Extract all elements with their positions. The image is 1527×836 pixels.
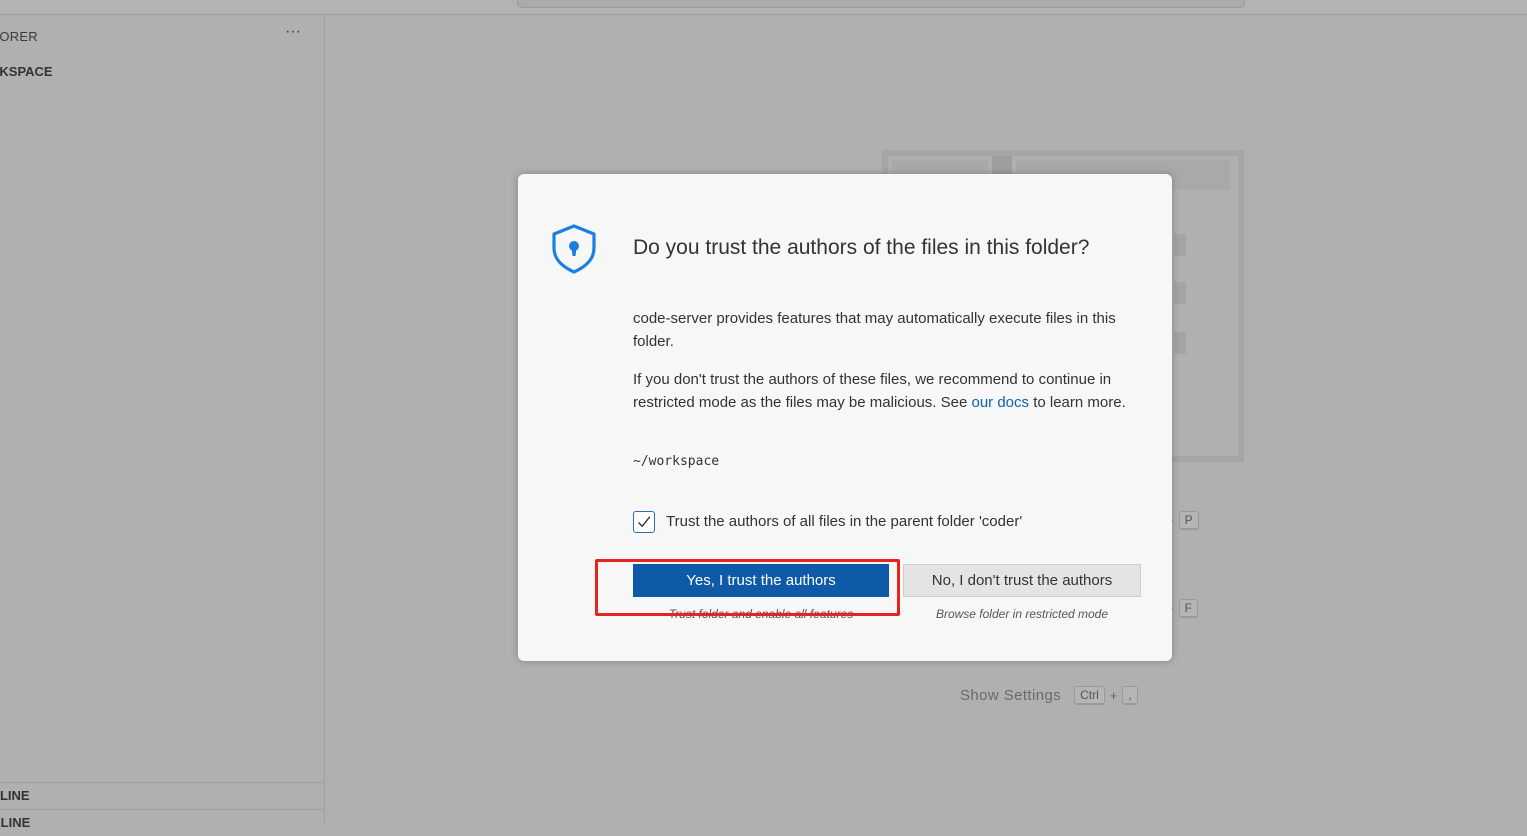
- trust-yes-button[interactable]: Yes, I trust the authors: [633, 564, 889, 597]
- explorer-title: LORER: [0, 29, 38, 44]
- checkmark-icon: [638, 516, 651, 528]
- title-bar: [0, 0, 1527, 15]
- dialog-title: Do you trust the authors of the files in…: [633, 236, 1090, 259]
- show-settings-hint: Show Settings Ctrl + ,: [960, 686, 1138, 705]
- command-center[interactable]: [517, 0, 1245, 8]
- trust-no-subtitle: Browse folder in restricted mode: [935, 607, 1109, 621]
- dialog-description: code-server provides features that may a…: [633, 310, 1116, 350]
- watermark-line: [1174, 332, 1186, 354]
- folder-path: ~/workspace: [633, 454, 720, 469]
- trust-yes-subtitle: Trust folder and enable all features: [668, 607, 854, 621]
- watermark-line: [1174, 234, 1186, 256]
- shortcut-label: Show Settings: [960, 687, 1062, 704]
- more-actions-icon[interactable]: ···: [285, 23, 301, 41]
- workspace-trust-dialog: Do you trust the authors of the files in…: [518, 174, 1172, 661]
- shield-keyhole-icon: [552, 224, 596, 274]
- shortcut-key: Ctrl: [1074, 686, 1105, 705]
- trust-parent-checkbox-label[interactable]: Trust the authors of all files in the pa…: [666, 513, 1022, 530]
- timeline-section[interactable]: ELINE: [0, 809, 324, 836]
- trust-parent-checkbox[interactable]: [633, 511, 655, 533]
- timeline-section-label: ELINE: [0, 815, 31, 830]
- shortcut-key: ,: [1122, 686, 1138, 705]
- docs-link[interactable]: our docs: [971, 394, 1029, 411]
- recommendation-text-end: to learn more.: [1029, 394, 1126, 411]
- shortcut-key: P: [1178, 511, 1199, 530]
- trust-no-button[interactable]: No, I don't trust the authors: [903, 564, 1141, 597]
- outline-section-label: TLINE: [0, 788, 30, 803]
- plus-sign: +: [1109, 688, 1118, 703]
- outline-section[interactable]: TLINE: [0, 782, 324, 809]
- sidebar: LORER ··· RKSPACE TLINE ELINE: [0, 15, 325, 830]
- shortcut-key: F: [1178, 599, 1198, 618]
- watermark-line: [1174, 282, 1186, 304]
- workspace-section-header[interactable]: RKSPACE: [0, 64, 53, 79]
- dialog-recommendation: If you don't trust the authors of these …: [633, 368, 1148, 414]
